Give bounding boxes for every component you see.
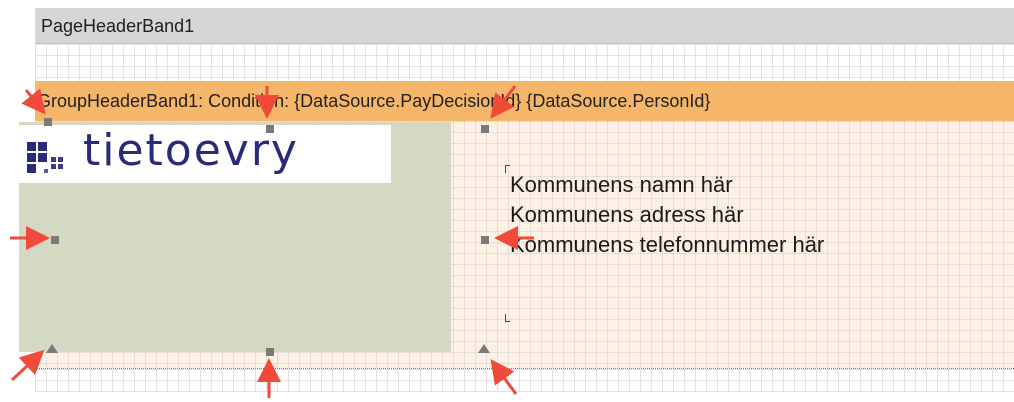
page-header-band[interactable]: PageHeaderBand1 — [35, 8, 1014, 44]
resize-handle-middle-right[interactable] — [481, 236, 489, 244]
resize-handle-middle-left[interactable] — [51, 236, 59, 244]
next-band-area — [35, 369, 1014, 392]
textbox-corner-bottom-left — [505, 314, 510, 322]
textbox-line-phone: Kommunens telefonnummer här — [510, 232, 825, 257]
textbox-line-name: Kommunens namn här — [510, 172, 733, 197]
group-header-band-label: GroupHeaderBand1: Condition: {DataSource… — [37, 91, 711, 111]
resize-handle-bottom-right[interactable] — [478, 344, 490, 353]
picture-component[interactable]: tietoevry — [19, 122, 451, 352]
group-header-band[interactable]: GroupHeaderBand1: Condition: {DataSource… — [35, 81, 1014, 121]
page-header-band-label: PageHeaderBand1 — [41, 16, 195, 36]
address-textbox[interactable]: Kommunens namn här Kommunens adress här … — [510, 170, 1010, 260]
resize-handle-top-center[interactable] — [266, 125, 274, 133]
resize-handle-top-right[interactable] — [481, 125, 489, 133]
tietoevry-logo: tietoevry — [19, 125, 391, 183]
page-header-band-area[interactable] — [35, 44, 1014, 81]
textbox-line-address: Kommunens adress här — [510, 202, 744, 227]
resize-handle-bottom-left[interactable] — [46, 344, 58, 353]
resize-handle-top-left[interactable] — [44, 118, 52, 126]
tietoevry-logo-icon — [27, 142, 63, 173]
resize-handle-bottom-center[interactable] — [266, 348, 274, 356]
